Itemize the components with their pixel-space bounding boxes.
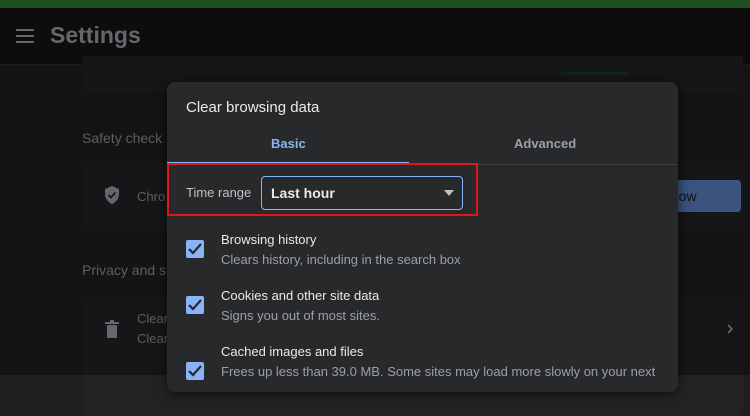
dialog-title: Clear browsing data [186, 99, 320, 116]
checkmark-icon [188, 365, 202, 377]
browsing-history-checkbox[interactable] [186, 240, 204, 258]
browsing-history-desc: Clears history, including in the search … [221, 252, 461, 267]
checkmark-icon [188, 243, 202, 255]
tab-advanced[interactable]: Advanced [514, 136, 576, 151]
tab-basic[interactable]: Basic [271, 136, 306, 151]
time-range-select[interactable]: Last hour [261, 176, 463, 210]
chevron-down-icon [444, 190, 454, 196]
cookies-checkbox[interactable] [186, 296, 204, 314]
cached-images-title: Cached images and files [221, 344, 364, 359]
time-range-value: Last hour [271, 185, 335, 201]
clear-browsing-data-dialog: Clear browsing data Basic Advanced Time … [167, 82, 678, 392]
checkmark-icon [188, 299, 202, 311]
cookies-title: Cookies and other site data [221, 288, 380, 303]
cached-images-checkbox[interactable] [186, 362, 204, 380]
browsing-history-title: Browsing history [221, 232, 317, 247]
cached-images-desc: Frees up less than 39.0 MB. Some sites m… [221, 364, 656, 379]
time-range-label: Time range [186, 185, 252, 200]
cookies-desc: Signs you out of most sites. [221, 308, 380, 323]
